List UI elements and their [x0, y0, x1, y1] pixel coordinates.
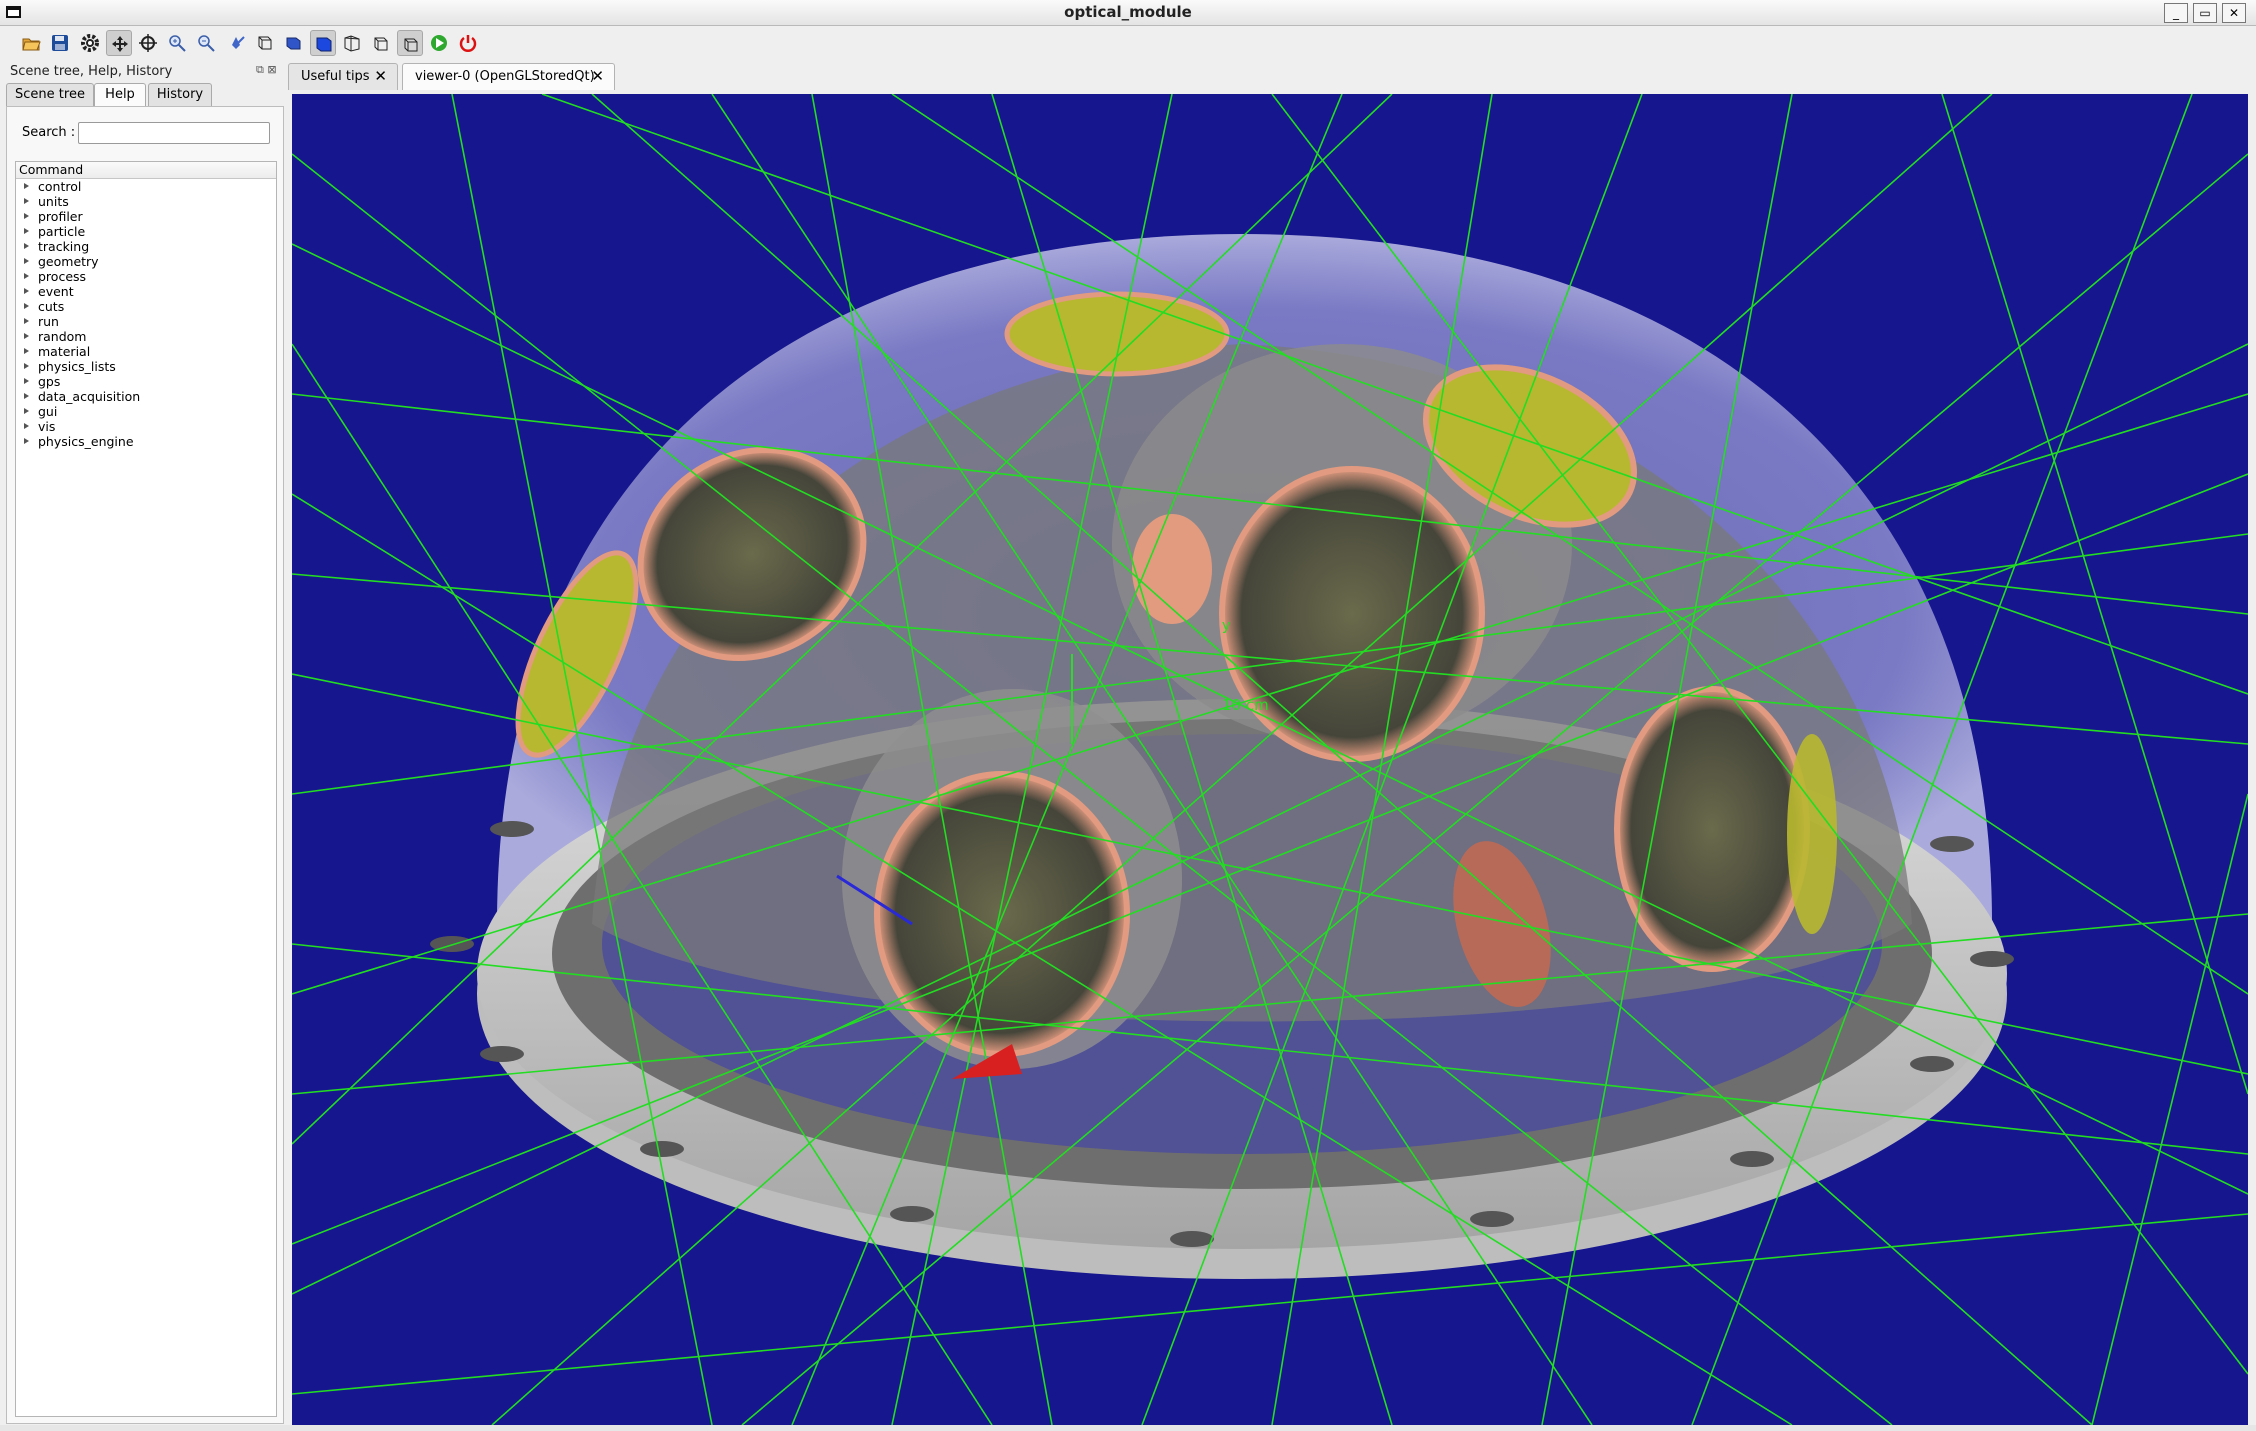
tree-item-cuts[interactable]: cuts [16, 299, 276, 314]
tree-item-data-acquisition[interactable]: data_acquisition [16, 389, 276, 404]
tree-item-process[interactable]: process [16, 269, 276, 284]
expand-arrow-icon[interactable] [24, 318, 29, 324]
tree-item-label: vis [38, 419, 56, 434]
scale-label: 10 cm [1222, 696, 1269, 714]
tab-label: viewer-0 (OpenGLStoredQt) [415, 69, 595, 84]
expand-arrow-icon[interactable] [24, 303, 29, 309]
tab-help[interactable]: Help [94, 83, 146, 108]
expand-arrow-icon[interactable] [24, 228, 29, 234]
zoom-in-icon[interactable] [164, 30, 190, 56]
tree-item-label: tracking [38, 239, 90, 254]
title-bar: optical_module _ ▭ ✕ [0, 0, 2256, 26]
tree-item-label: gps [38, 374, 61, 389]
command-tree[interactable]: Command control units profiler particle trac… [15, 161, 277, 1417]
close-button[interactable]: ✕ [2222, 3, 2246, 23]
axis-label-y: y [1222, 618, 1231, 634]
tree-item-control[interactable]: control [16, 179, 276, 194]
expand-arrow-icon[interactable] [24, 393, 29, 399]
expand-arrow-icon[interactable] [24, 408, 29, 414]
float-dock-icon[interactable]: ⧉ [256, 63, 264, 76]
tree-item-label: random [38, 329, 87, 344]
opengl-viewer[interactable]: 10 cm y [292, 94, 2248, 1425]
tree-item-particle[interactable]: particle [16, 224, 276, 239]
expand-arrow-icon[interactable] [24, 288, 29, 294]
tab-useful-tips[interactable]: Useful tips ✕ [288, 63, 398, 90]
open-icon[interactable] [18, 30, 44, 56]
exit-icon[interactable] [455, 30, 481, 56]
tree-item-label: physics_engine [38, 434, 134, 449]
run-icon[interactable] [426, 30, 452, 56]
settings-icon[interactable] [77, 30, 103, 56]
tree-item-label: data_acquisition [38, 389, 141, 404]
expand-arrow-icon[interactable] [24, 378, 29, 384]
dock-title: Scene tree, Help, History [10, 64, 173, 79]
ortho-icon[interactable] [368, 30, 394, 56]
tree-item-geometry[interactable]: geometry [16, 254, 276, 269]
tree-item-label: material [38, 344, 91, 359]
tree-item-units[interactable]: units [16, 194, 276, 209]
expand-arrow-icon[interactable] [24, 333, 29, 339]
expand-arrow-icon[interactable] [24, 423, 29, 429]
save-icon[interactable] [47, 30, 73, 56]
tree-item-label: cuts [38, 299, 65, 314]
detector-scene [292, 94, 2248, 1425]
expand-arrow-icon[interactable] [24, 243, 29, 249]
reset-view-icon[interactable] [225, 30, 251, 56]
tree-item-material[interactable]: material [16, 344, 276, 359]
tree-item-label: run [38, 314, 59, 329]
window-title: optical_module [1064, 3, 1192, 21]
tree-item-label: profiler [38, 209, 83, 224]
rotate-icon[interactable] [135, 30, 161, 56]
search-input[interactable] [78, 122, 270, 144]
close-tab-icon[interactable]: ✕ [591, 64, 604, 89]
hlr-icon[interactable] [397, 30, 423, 56]
tree-item-label: particle [38, 224, 86, 239]
tree-item-label: control [38, 179, 82, 194]
tree-item-label: gui [38, 404, 58, 419]
tree-item-label: geometry [38, 254, 99, 269]
expand-arrow-icon[interactable] [24, 273, 29, 279]
close-dock-icon[interactable]: ⊠ [267, 63, 276, 76]
help-panel: Search : Command control units profiler par… [6, 106, 284, 1424]
tree-item-label: process [38, 269, 87, 284]
tree-item-random[interactable]: random [16, 329, 276, 344]
search-label: Search : [22, 125, 76, 140]
expand-arrow-icon[interactable] [24, 348, 29, 354]
perspective-icon[interactable] [339, 30, 365, 56]
dock-buttons: ⧉ ⊠ [256, 63, 277, 77]
tab-history[interactable]: History [148, 83, 212, 107]
tree-item-gps[interactable]: gps [16, 374, 276, 389]
tree-item-label: units [38, 194, 69, 209]
tree-item-profiler[interactable]: profiler [16, 209, 276, 224]
zoom-out-icon[interactable] [193, 30, 219, 56]
tab-scene-tree[interactable]: Scene tree [6, 83, 94, 107]
expand-arrow-icon[interactable] [24, 438, 29, 444]
tree-item-label: event [38, 284, 74, 299]
tree-item-tracking[interactable]: tracking [16, 239, 276, 254]
expand-arrow-icon[interactable] [24, 258, 29, 264]
tab-viewer-0[interactable]: viewer-0 (OpenGLStoredQt) ✕ [402, 63, 615, 90]
status-bar [0, 1425, 2256, 1431]
expand-arrow-icon[interactable] [24, 363, 29, 369]
toolbar [0, 27, 2256, 59]
tree-item-physics-engine[interactable]: physics_engine [16, 434, 276, 449]
expand-arrow-icon[interactable] [24, 183, 29, 189]
tree-item-vis[interactable]: vis [16, 419, 276, 434]
tree-item-physics-lists[interactable]: physics_lists [16, 359, 276, 374]
tree-item-gui[interactable]: gui [16, 404, 276, 419]
close-tab-icon[interactable]: ✕ [374, 64, 387, 89]
tree-item-label: physics_lists [38, 359, 116, 374]
tab-label: Useful tips [301, 69, 370, 84]
solid-icon[interactable] [310, 30, 336, 56]
tree-header[interactable]: Command [16, 162, 276, 179]
expand-arrow-icon[interactable] [24, 198, 29, 204]
maximize-button[interactable]: ▭ [2193, 3, 2217, 23]
minimize-button[interactable]: _ [2164, 3, 2188, 23]
tree-item-run[interactable]: run [16, 314, 276, 329]
tree-item-event[interactable]: event [16, 284, 276, 299]
expand-arrow-icon[interactable] [24, 213, 29, 219]
hidden-line-icon[interactable] [281, 30, 307, 56]
move-icon[interactable] [106, 30, 132, 56]
wireframe-icon[interactable] [252, 30, 278, 56]
